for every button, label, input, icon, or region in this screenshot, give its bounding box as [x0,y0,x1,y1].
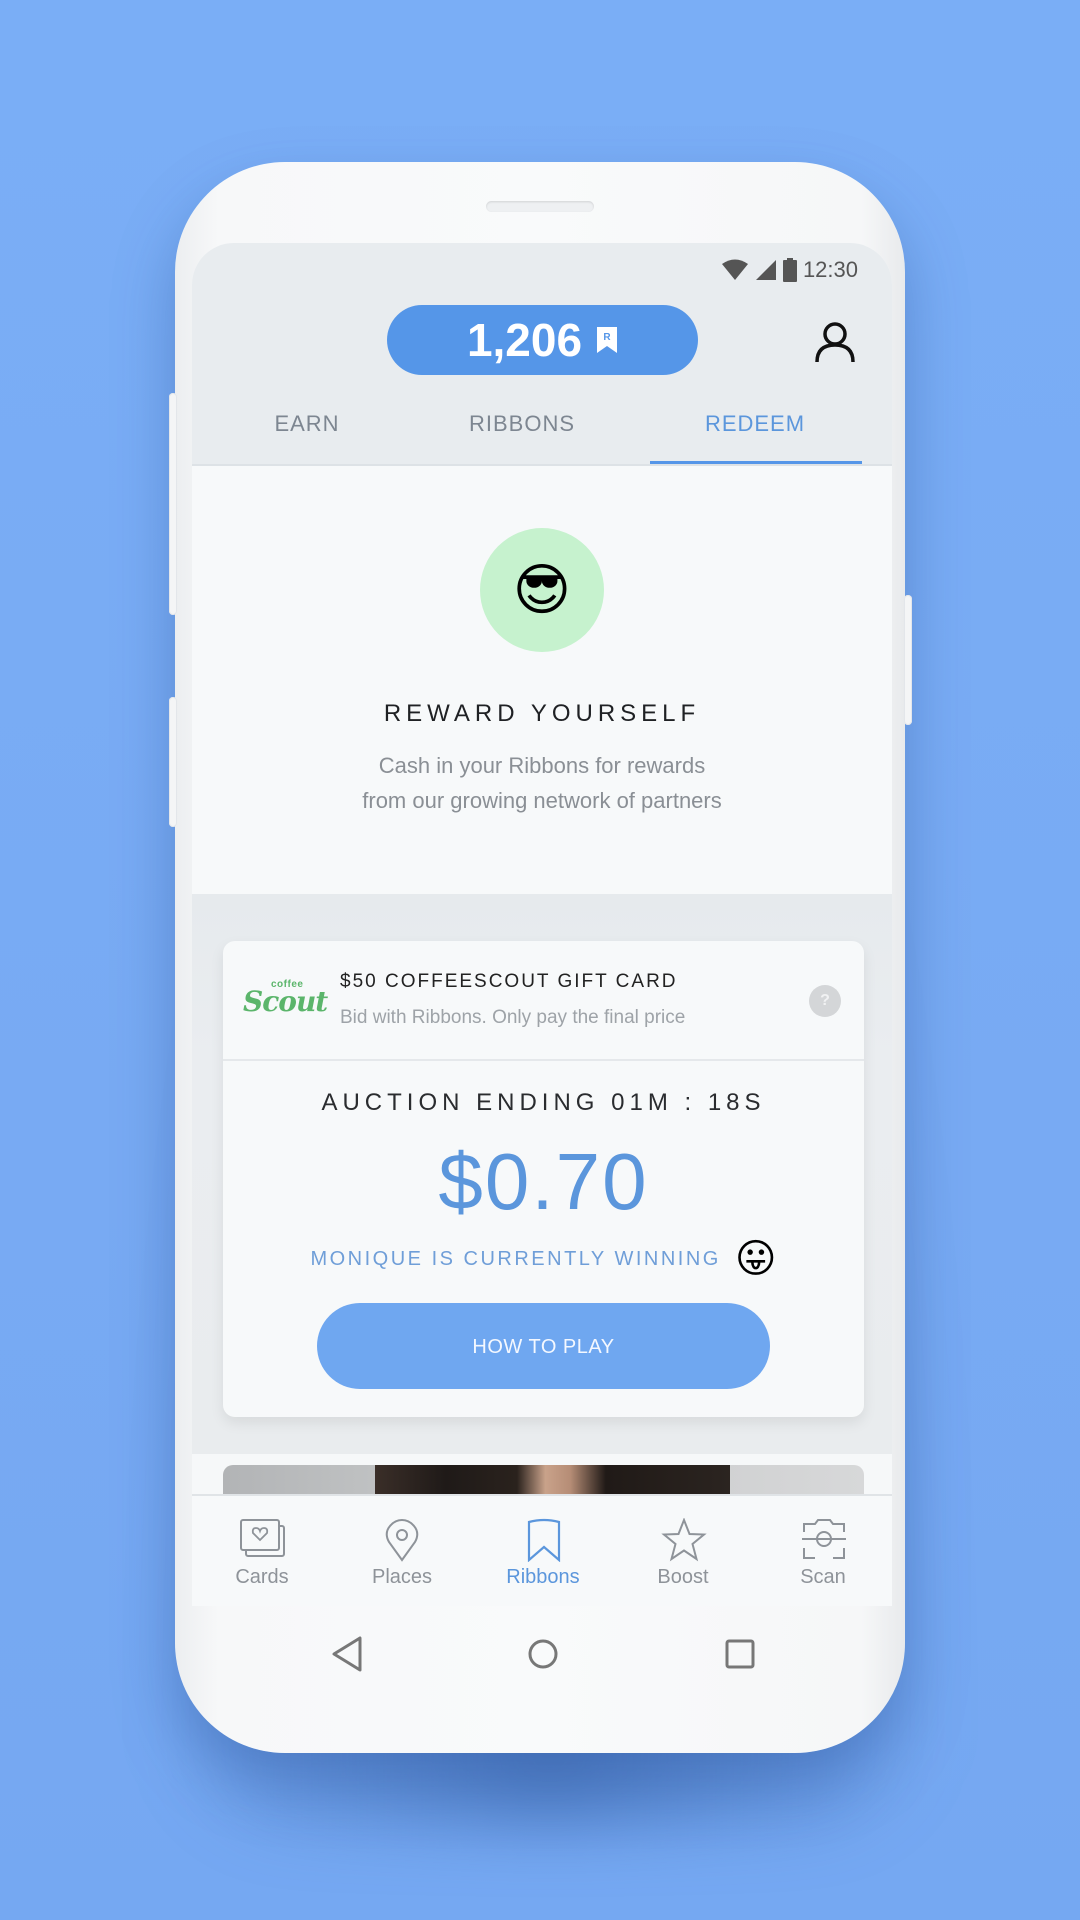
scan-camera-icon [802,1519,846,1559]
winner-row: MONIQUE IS CURRENTLY WINNING 😛 [223,1236,864,1282]
auction-card-header: coffee Scout $50 COFFEESCOUT GIFT CARD B… [223,941,864,1061]
auction-countdown: AUCTION ENDING 01M : 18S [321,1089,766,1116]
current-bid-price: $0.70 [438,1137,649,1226]
tab-bar: EARN RIBBONS REDEEM [192,403,892,465]
nav-label-boost: Boost [657,1566,709,1588]
hero-subtitle-line2: from our growing network of partners [362,788,722,813]
nav-boost[interactable]: Boost [623,1496,743,1606]
cards-heart-icon [240,1519,285,1557]
gift-card-subtitle: Bid with Ribbons. Only pay the final pri… [340,1007,686,1028]
tab-redeem[interactable]: REDEEM [670,403,840,465]
help-icon[interactable]: ? [809,985,841,1017]
earpiece-speaker [486,201,594,212]
power-button [904,595,912,725]
logo-big-text: Scout [243,985,328,1018]
recents-icon[interactable] [720,1634,760,1674]
home-icon[interactable] [523,1634,563,1674]
signal-icon [755,260,776,280]
hero-emoji-badge: 😎 [480,528,604,652]
system-navigation-bar [192,1606,892,1706]
svg-text:R: R [603,332,611,343]
volume-up-button [169,393,177,615]
person-icon[interactable] [814,321,856,363]
points-value: 1,206 [466,314,583,366]
coffeescout-logo: coffee Scout [243,979,328,1019]
how-to-play-button[interactable]: HOW TO PLAY [317,1303,770,1389]
nav-label-cards: Cards [235,1566,289,1588]
points-balance-pill[interactable]: 1,206 R [387,305,698,375]
nav-label-places: Places [371,1566,433,1588]
app-screen: 12:30 1,206 R EARN RIBBONS REDEEM 😎 REWA… [192,243,892,1606]
winner-text: MONIQUE IS CURRENTLY WINNING [310,1247,721,1270]
sunglasses-emoji-icon: 😎 [512,558,572,621]
reward-hero: 😎 REWARD YOURSELF Cash in your Ribbons f… [192,466,892,894]
app-header: 12:30 1,206 R EARN RIBBONS REDEEM [192,243,892,466]
battery-icon [782,258,797,282]
nav-ribbons[interactable]: Ribbons [483,1496,603,1606]
auction-card[interactable]: coffee Scout $50 COFFEESCOUT GIFT CARD B… [223,941,864,1417]
hero-title: REWARD YOURSELF [383,700,701,727]
hero-subtitle: Cash in your Ribbons for rewards from ou… [192,748,892,818]
tab-ribbons[interactable]: RIBBONS [437,403,607,465]
status-time: 12:30 [802,257,858,282]
bottom-nav: Cards Places Ribbons Boost Scan [192,1494,892,1606]
nav-scan[interactable]: Scan [763,1496,883,1606]
ribbon-r-icon: R [597,327,618,353]
map-pin-icon [385,1518,419,1562]
wifi-icon [721,259,748,280]
volume-down-button [169,697,177,827]
status-bar: 12:30 [721,255,858,285]
hero-subtitle-line1: Cash in your Ribbons for rewards [378,753,706,778]
tab-earn[interactable]: EARN [222,403,392,465]
tongue-emoji-icon: 😛 [734,1237,777,1281]
nav-cards[interactable]: Cards [202,1496,322,1606]
nav-label-scan: Scan [800,1566,846,1588]
gift-card-title: $50 COFFEESCOUT GIFT CARD [340,971,678,992]
back-icon[interactable] [328,1634,368,1674]
nav-places[interactable]: Places [342,1496,462,1606]
star-icon [661,1518,707,1562]
ribbon-bookmark-icon [527,1518,561,1562]
nav-label-ribbons: Ribbons [506,1566,580,1588]
